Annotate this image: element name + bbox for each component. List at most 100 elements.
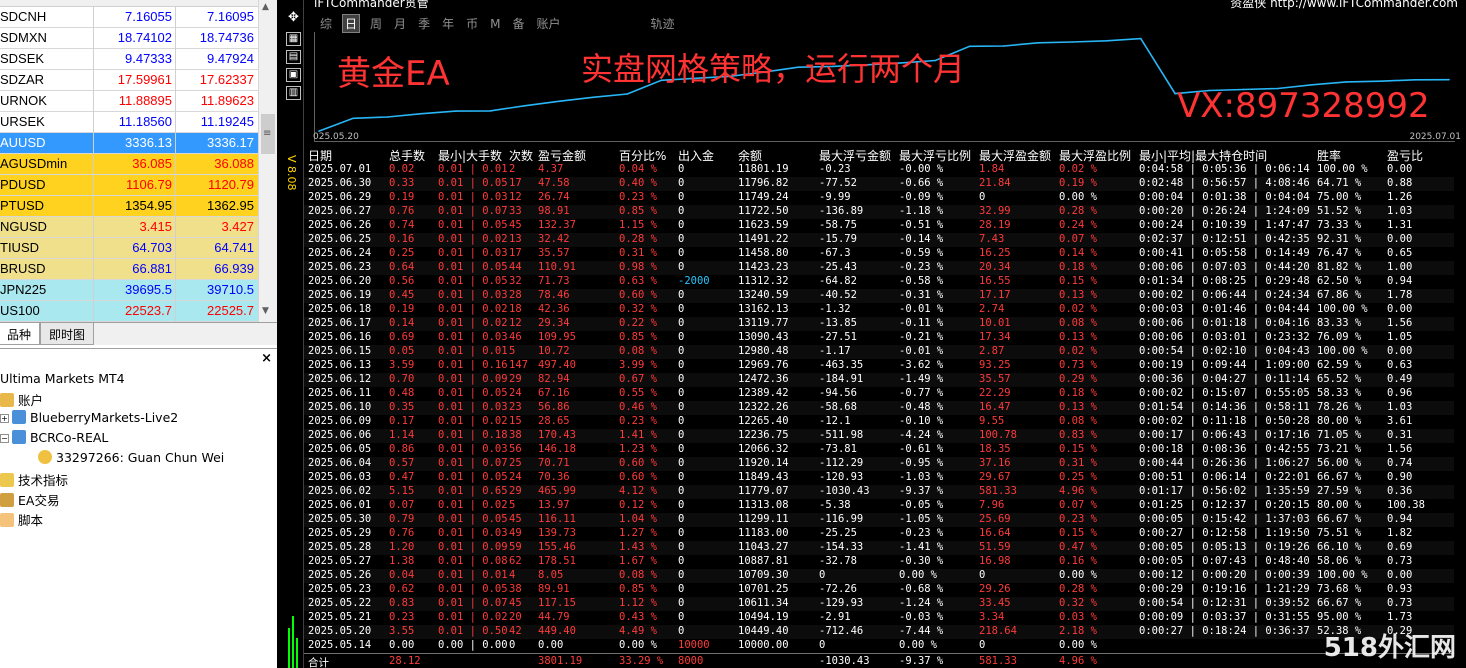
market-watch-row[interactable]: SDSEK 9.47333 9.47924	[0, 49, 258, 70]
table-row[interactable]: 2025.06.29 0.19 0.01 | 0.03 12 26.74 0.23 % 0 1…	[304, 191, 1454, 205]
table-row[interactable]: 2025.06.03 0.47 0.01 | 0.05 24 70.36 0.60 % 0 1…	[304, 471, 1454, 485]
period-tab[interactable]: 季	[416, 15, 432, 32]
column-header[interactable]: 盈亏比	[1387, 147, 1423, 164]
expand-icon[interactable]: +	[0, 414, 9, 423]
nav-accounts[interactable]: 账户	[0, 390, 43, 409]
column-header[interactable]: 次数	[509, 147, 533, 164]
market-watch-row[interactable]: SDCNH 7.16055 7.16095	[0, 7, 258, 28]
nav-server-1[interactable]: + BlueberryMarkets-Live2	[0, 410, 178, 425]
table-row[interactable]: 2025.05.22 0.83 0.01 | 0.07 45 117.15 1.12 % 0…	[304, 597, 1454, 611]
table-row[interactable]: 2025.06.19 0.45 0.01 | 0.03 28 78.46 0.60 % 0 1…	[304, 289, 1454, 303]
nav-scripts[interactable]: 脚本	[0, 510, 43, 529]
market-watch-row[interactable]: AGUSDmin 36.085 36.088	[0, 154, 258, 175]
table-row[interactable]: 2025.06.13 3.59 0.01 | 0.16 147 497.40 3.99 %…	[304, 359, 1454, 373]
market-watch-row[interactable]: SDZAR 17.59961 17.62337	[0, 70, 258, 91]
table-row[interactable]: 2025.06.11 0.48 0.01 | 0.05 24 67.16 0.55 % 0 1…	[304, 387, 1454, 401]
market-watch-row[interactable]: PTUSD 1354.95 1362.95	[0, 196, 258, 217]
table-row[interactable]: 2025.06.26 0.74 0.01 | 0.05 45 132.37 1.15 % 0…	[304, 219, 1454, 233]
column-header[interactable]: 盈亏金额	[538, 147, 586, 164]
column-header[interactable]: 总手数	[389, 147, 425, 164]
market-watch-ask: 18.74736	[199, 30, 254, 45]
market-watch-row[interactable]: AUUSD 3336.13 3336.17	[0, 133, 258, 154]
table-row[interactable]: 2025.05.14 0.00 0.00 | 0.00 0 0.00 0.00 % 1000…	[304, 639, 1454, 653]
table-row[interactable]: 2025.06.12 0.70 0.01 | 0.09 29 82.94 0.67 % 0 1…	[304, 373, 1454, 387]
table-row[interactable]: 2025.06.10 0.35 0.01 | 0.03 23 56.86 0.46 % 0 1…	[304, 401, 1454, 415]
period-tab[interactable]: 综	[318, 15, 334, 32]
nav-root[interactable]: Ultima Markets MT4	[0, 371, 125, 386]
table-row[interactable]: 2025.06.02 5.15 0.01 | 0.65 29 465.99 4.12 % 0…	[304, 485, 1454, 499]
table-row[interactable]: 2025.06.17 0.14 0.01 | 0.02 12 29.34 0.22 % 0 1…	[304, 317, 1454, 331]
nav-expert-advisors[interactable]: EA交易	[0, 490, 59, 509]
scroll-down-icon[interactable]: ▼	[262, 306, 269, 316]
table-row[interactable]: 2025.06.23 0.64 0.01 | 0.05 44 110.91 0.98 % 0…	[304, 261, 1454, 275]
period-tab[interactable]: 月	[392, 15, 408, 32]
table-cell: 73.21 %	[1317, 443, 1362, 455]
column-header[interactable]: 最大浮盈金额	[979, 147, 1051, 164]
table-row[interactable]: 2025.06.05 0.86 0.01 | 0.03 56 146.18 1.23 % 0…	[304, 443, 1454, 457]
table-row[interactable]: 2025.07.01 0.02 0.01 | 0.01 2 4.37 0.04 % 0 118…	[304, 163, 1454, 177]
market-watch-row[interactable]: BRUSD 66.881 66.939	[0, 259, 258, 280]
market-watch-row[interactable]: TIUSD 64.703 64.741	[0, 238, 258, 259]
table-row[interactable]: 2025.06.06 1.14 0.01 | 0.18 38 170.43 1.41 % 0…	[304, 429, 1454, 443]
table-row[interactable]: 2025.05.23 0.62 0.01 | 0.05 38 89.91 0.85 % 0 1…	[304, 583, 1454, 597]
column-header[interactable]: 出入金	[678, 147, 714, 164]
period-tab[interactable]: 账户	[534, 15, 562, 32]
table-row[interactable]: 2025.06.15 0.05 0.01 | 0.01 5 10.72 0.08 % 0 12…	[304, 345, 1454, 359]
scroll-up-icon[interactable]: ▲	[262, 2, 269, 12]
column-header[interactable]: 最小|大手数	[438, 147, 502, 164]
market-watch-row[interactable]: URNOK 11.88895 11.89623	[0, 91, 258, 112]
nav-indicators[interactable]: 技术指标	[0, 470, 68, 489]
period-tab[interactable]: 备	[510, 15, 526, 32]
tool-button-2[interactable]: ▤	[286, 50, 301, 64]
table-row[interactable]: 2025.05.21 0.23 0.01 | 0.02 20 44.79 0.43 % 0 1…	[304, 611, 1454, 625]
market-watch-row[interactable]: NGUSD 3.415 3.427	[0, 217, 258, 238]
column-header[interactable]: 胜率	[1317, 147, 1341, 164]
column-header[interactable]: 最大浮亏金额	[819, 147, 891, 164]
column-header[interactable]: 最小|平均|最大持仓时间	[1139, 147, 1267, 164]
period-tab[interactable]: 轨迹	[649, 15, 677, 32]
column-header[interactable]: 百分比%	[619, 147, 666, 164]
tool-button-3[interactable]: ▣	[286, 68, 301, 82]
table-row[interactable]: 2025.06.04 0.57 0.01 | 0.07 25 70.71 0.60 % 0 1…	[304, 457, 1454, 471]
market-watch-row[interactable]: SDMXN 18.74102 18.74736	[0, 28, 258, 49]
column-header[interactable]: 最大浮盈比例	[1059, 147, 1131, 164]
period-tab[interactable]: 周	[368, 15, 384, 32]
close-icon[interactable]: ×	[261, 351, 272, 366]
market-watch-scrollbar[interactable]: ▲ ≡ ▼	[258, 0, 277, 322]
table-row[interactable]: 2025.05.30 0.79 0.01 | 0.05 45 116.11 1.04 % 0…	[304, 513, 1454, 527]
table-row[interactable]: 2025.06.30 0.33 0.01 | 0.05 17 47.58 0.40 % 0 1…	[304, 177, 1454, 191]
table-row[interactable]: 2025.06.01 0.07 0.01 | 0.02 5 13.97 0.12 % 0 11…	[304, 499, 1454, 513]
column-header[interactable]: 日期	[308, 147, 332, 164]
table-row[interactable]: 2025.06.25 0.16 0.01 | 0.02 13 32.42 0.28 % 0 1…	[304, 233, 1454, 247]
market-watch-row[interactable]: PDUSD 1106.79 1120.79	[0, 175, 258, 196]
table-row[interactable]: 2025.06.24 0.25 0.01 | 0.03 17 35.57 0.31 % 0 1…	[304, 247, 1454, 261]
tool-button-4[interactable]: ▥	[286, 86, 301, 100]
table-row[interactable]: 2025.06.09 0.17 0.01 | 0.02 15 28.65 0.23 % 0 1…	[304, 415, 1454, 429]
table-row[interactable]: 2025.05.29 0.76 0.01 | 0.03 49 139.73 1.27 % 0…	[304, 527, 1454, 541]
table-row[interactable]: 2025.05.28 1.20 0.01 | 0.09 59 155.46 1.43 % 0…	[304, 541, 1454, 555]
period-tab[interactable]: 日	[342, 14, 361, 33]
nav-server-2[interactable]: − BCRCo-REAL	[0, 430, 108, 445]
table-row[interactable]: 2025.06.20 0.56 0.01 | 0.05 32 71.73 0.63 % -2…	[304, 275, 1454, 289]
table-row[interactable]: 2025.05.27 1.38 0.01 | 0.08 62 178.51 1.67 % 0…	[304, 555, 1454, 569]
table-row[interactable]: 2025.06.18 0.19 0.01 | 0.02 18 42.36 0.32 % 0 1…	[304, 303, 1454, 317]
table-row[interactable]: 2025.06.16 0.69 0.01 | 0.03 46 109.95 0.85 % 0…	[304, 331, 1454, 345]
collapse-icon[interactable]: −	[0, 434, 9, 443]
market-watch-row[interactable]: URSEK 11.18560 11.19245	[0, 112, 258, 133]
tab-symbols[interactable]: 品种	[0, 323, 41, 345]
market-watch-row[interactable]: JPN225 39695.5 39710.5	[0, 280, 258, 301]
period-tab[interactable]: M	[488, 17, 502, 31]
period-tab[interactable]: 年	[440, 15, 456, 32]
table-row[interactable]: 2025.05.20 3.55 0.01 | 0.50 42 449.40 4.49 % 0…	[304, 625, 1454, 639]
tool-button-1[interactable]: ▦	[286, 32, 301, 46]
column-header[interactable]: 余额	[738, 147, 762, 164]
period-tab[interactable]: 币	[464, 15, 480, 32]
tab-tick-chart[interactable]: 即时图	[40, 323, 95, 345]
app-link[interactable]: 资盈侠 http://www.iFTCommander.com	[1230, 0, 1458, 11]
table-row[interactable]: 2025.06.27 0.76 0.01 | 0.07 33 98.91 0.85 % 0 1…	[304, 205, 1454, 219]
column-header[interactable]: 最大浮亏比例	[899, 147, 971, 164]
market-watch-row[interactable]: US100 22523.7 22525.7	[0, 301, 258, 322]
table-row[interactable]: 2025.05.26 0.04 0.01 | 0.01 4 8.05 0.08 % 0 107…	[304, 569, 1454, 583]
nav-user[interactable]: 33297266: Guan Chun Wei	[38, 450, 224, 465]
move-icon[interactable]: ✥	[286, 11, 301, 26]
